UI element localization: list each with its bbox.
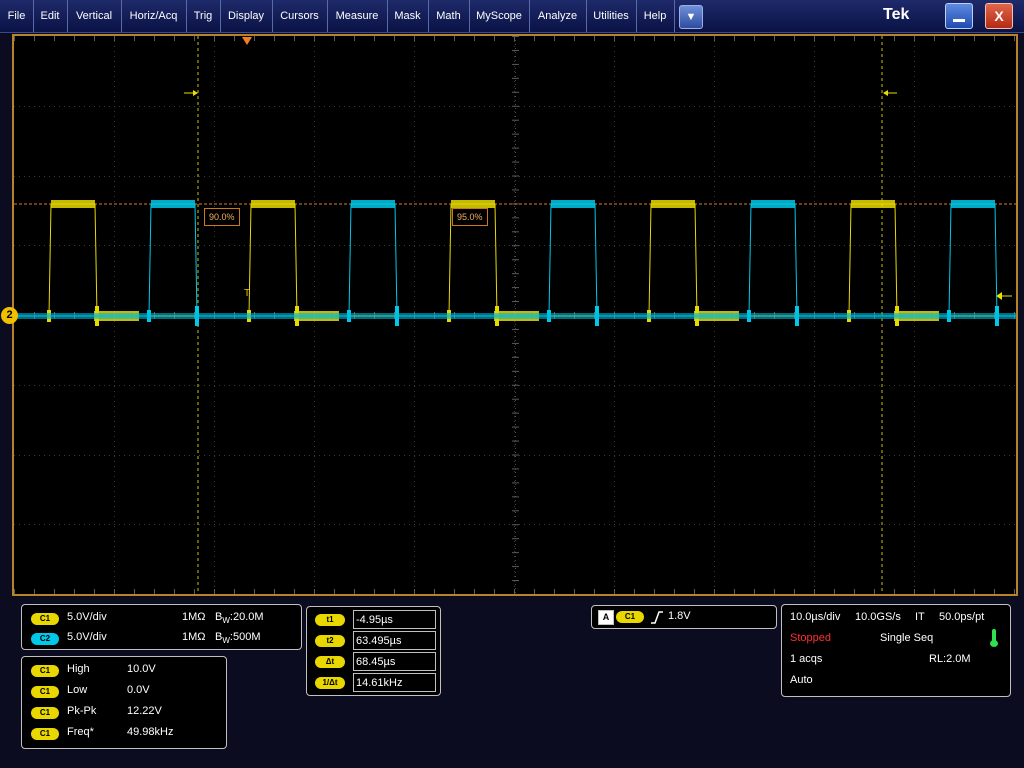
minimize-button[interactable] [945,3,973,29]
menu-analyze[interactable]: Analyze [529,0,587,32]
measurement-pkpk-label: Pk-Pk [67,705,97,717]
close-button[interactable]: X [985,3,1013,29]
close-icon: X [994,8,1004,24]
menu-file[interactable]: File [0,0,34,32]
measurement-source-badge: C1 [31,665,59,677]
measurement-source-badge: C1 [31,707,59,719]
cursor-freq-badge: 1/Δt [315,677,345,689]
channel-1-trace-plateau [51,200,95,208]
menu-trig[interactable]: Trig [186,0,221,32]
menu-edit[interactable]: Edit [33,0,68,32]
menu-cursors[interactable]: Cursors [272,0,328,32]
menu-vertical[interactable]: Vertical [67,0,122,32]
trigger-level: 1.8V [668,610,691,622]
waveform-canvas[interactable]: T [14,36,1016,594]
channel-1-bandwidth: BW:20.0M [215,611,264,626]
rising-edge-icon [651,611,663,624]
channel-2-bandwidth: BW:500M [215,631,261,646]
measurement-pkpk-value: 12.22V [127,705,162,717]
measurement-high-label: High [67,663,90,675]
measurement-low-label: Low [67,684,88,696]
measurement-source-badge: C1 [31,728,59,740]
channel-2-noise [14,313,1016,319]
channel-2-waveform [14,200,1016,326]
channel-1-trace-plateau [251,200,295,208]
cursor-t2-value: 63.495µs [353,631,436,650]
sample-rate-value: 10.0GS/s [855,611,901,623]
trigger-mode-value: Auto [790,674,813,686]
measurement-source-badge: C1 [31,686,59,698]
menu-myscope[interactable]: MyScope [469,0,530,32]
brand-logo: Tek [883,6,910,23]
reference-marker-right[interactable]: 95.0% [452,208,488,226]
cursor-t1-value: -4.95µs [353,610,436,629]
measurement-freq-value: 49.98kHz [127,726,174,738]
cursor-readout-panel[interactable]: t1 -4.95µs t2 63.495µs Δt 68.45µs 1/Δt 1… [306,606,441,696]
channel-1-waveform [14,200,1016,326]
waveform-display[interactable]: T 90.0% 95.0% [12,34,1018,596]
measurement-low-value: 0.0V [127,684,150,696]
channel-2-scale: 5.0V/div [67,631,107,643]
menu-bar: File Edit Vertical Horiz/Acq Trig Displa… [0,0,1024,33]
channel-1-coupling: 1MΩ [182,611,206,623]
channel-settings-panel[interactable]: C1 5.0V/div 1MΩ BW:20.0M C2 5.0V/div 1MΩ… [21,604,302,650]
trigger-a-badge: A [598,610,614,625]
timebase-value: 10.0µs/div [790,611,841,623]
channel-2-trace-plateau [151,200,195,208]
menu-math[interactable]: Math [428,0,470,32]
measurement-high-value: 10.0V [127,663,156,675]
menu-horiz-acq[interactable]: Horiz/Acq [121,0,187,32]
channel-1-trace-plateau [851,200,895,208]
acquisition-seq-mode: Single Seq [880,632,934,644]
trigger-source-badge: C1 [616,611,644,623]
menu-display[interactable]: Display [220,0,273,32]
channel-1-scale: 5.0V/div [67,611,107,623]
resolution-value: 50.0ps/pt [939,611,985,623]
menu-utilities[interactable]: Utilities [586,0,637,32]
cursor-t1-badge: t1 [315,614,345,626]
menu-mask[interactable]: Mask [387,0,429,32]
channel-2-coupling: 1MΩ [182,631,206,643]
acquisition-panel[interactable]: 10.0µs/div 10.0GS/s IT 50.0ps/pt Stopped… [781,604,1011,697]
acquisition-count: 1 acqs [790,653,823,665]
measurements-panel[interactable]: C1 High 10.0V C1 Low 0.0V C1 Pk-Pk 12.22… [21,656,227,749]
channel-1-trace-plateau [451,200,495,208]
channel-2-badge[interactable]: C2 [31,633,59,645]
cursor-t2-arrow-icon [883,90,897,96]
channel-1-trace-plateau [651,200,695,208]
trigger-level-arrow-icon[interactable] [996,292,1012,300]
trigger-position-marker[interactable] [242,37,252,45]
channel-2-trace-plateau [951,200,995,208]
channel-2-trace-plateau [751,200,795,208]
interpolation-flag: IT [915,611,925,623]
channel-2-trace-plateau [551,200,595,208]
cursor-delta-badge: Δt [315,656,345,668]
chevron-down-icon: ▼ [685,11,697,23]
menu-help[interactable]: Help [636,0,675,32]
channel-1-badge[interactable]: C1 [31,613,59,625]
reference-marker-left[interactable]: 90.0% [204,208,240,226]
channel-2-ground-marker[interactable]: 2 [1,307,18,324]
measurement-freq-label: Freq* [67,726,94,738]
cursor-t2-badge: t2 [315,635,345,647]
acquisition-state: Stopped [790,632,831,644]
cursor-t1-arrow-icon [184,90,198,96]
acquisition-status-icon [990,629,998,647]
menu-measure[interactable]: Measure [327,0,388,32]
menu-dropdown-button[interactable]: ▼ [679,5,703,29]
cursor-freq-value: 14.61kHz [353,673,436,692]
cursor-delta-value: 68.45µs [353,652,436,671]
channel-2-trace-plateau [351,200,395,208]
trigger-panel[interactable]: A C1 1.8V [591,605,777,629]
record-length-value: RL:2.0M [929,653,971,665]
